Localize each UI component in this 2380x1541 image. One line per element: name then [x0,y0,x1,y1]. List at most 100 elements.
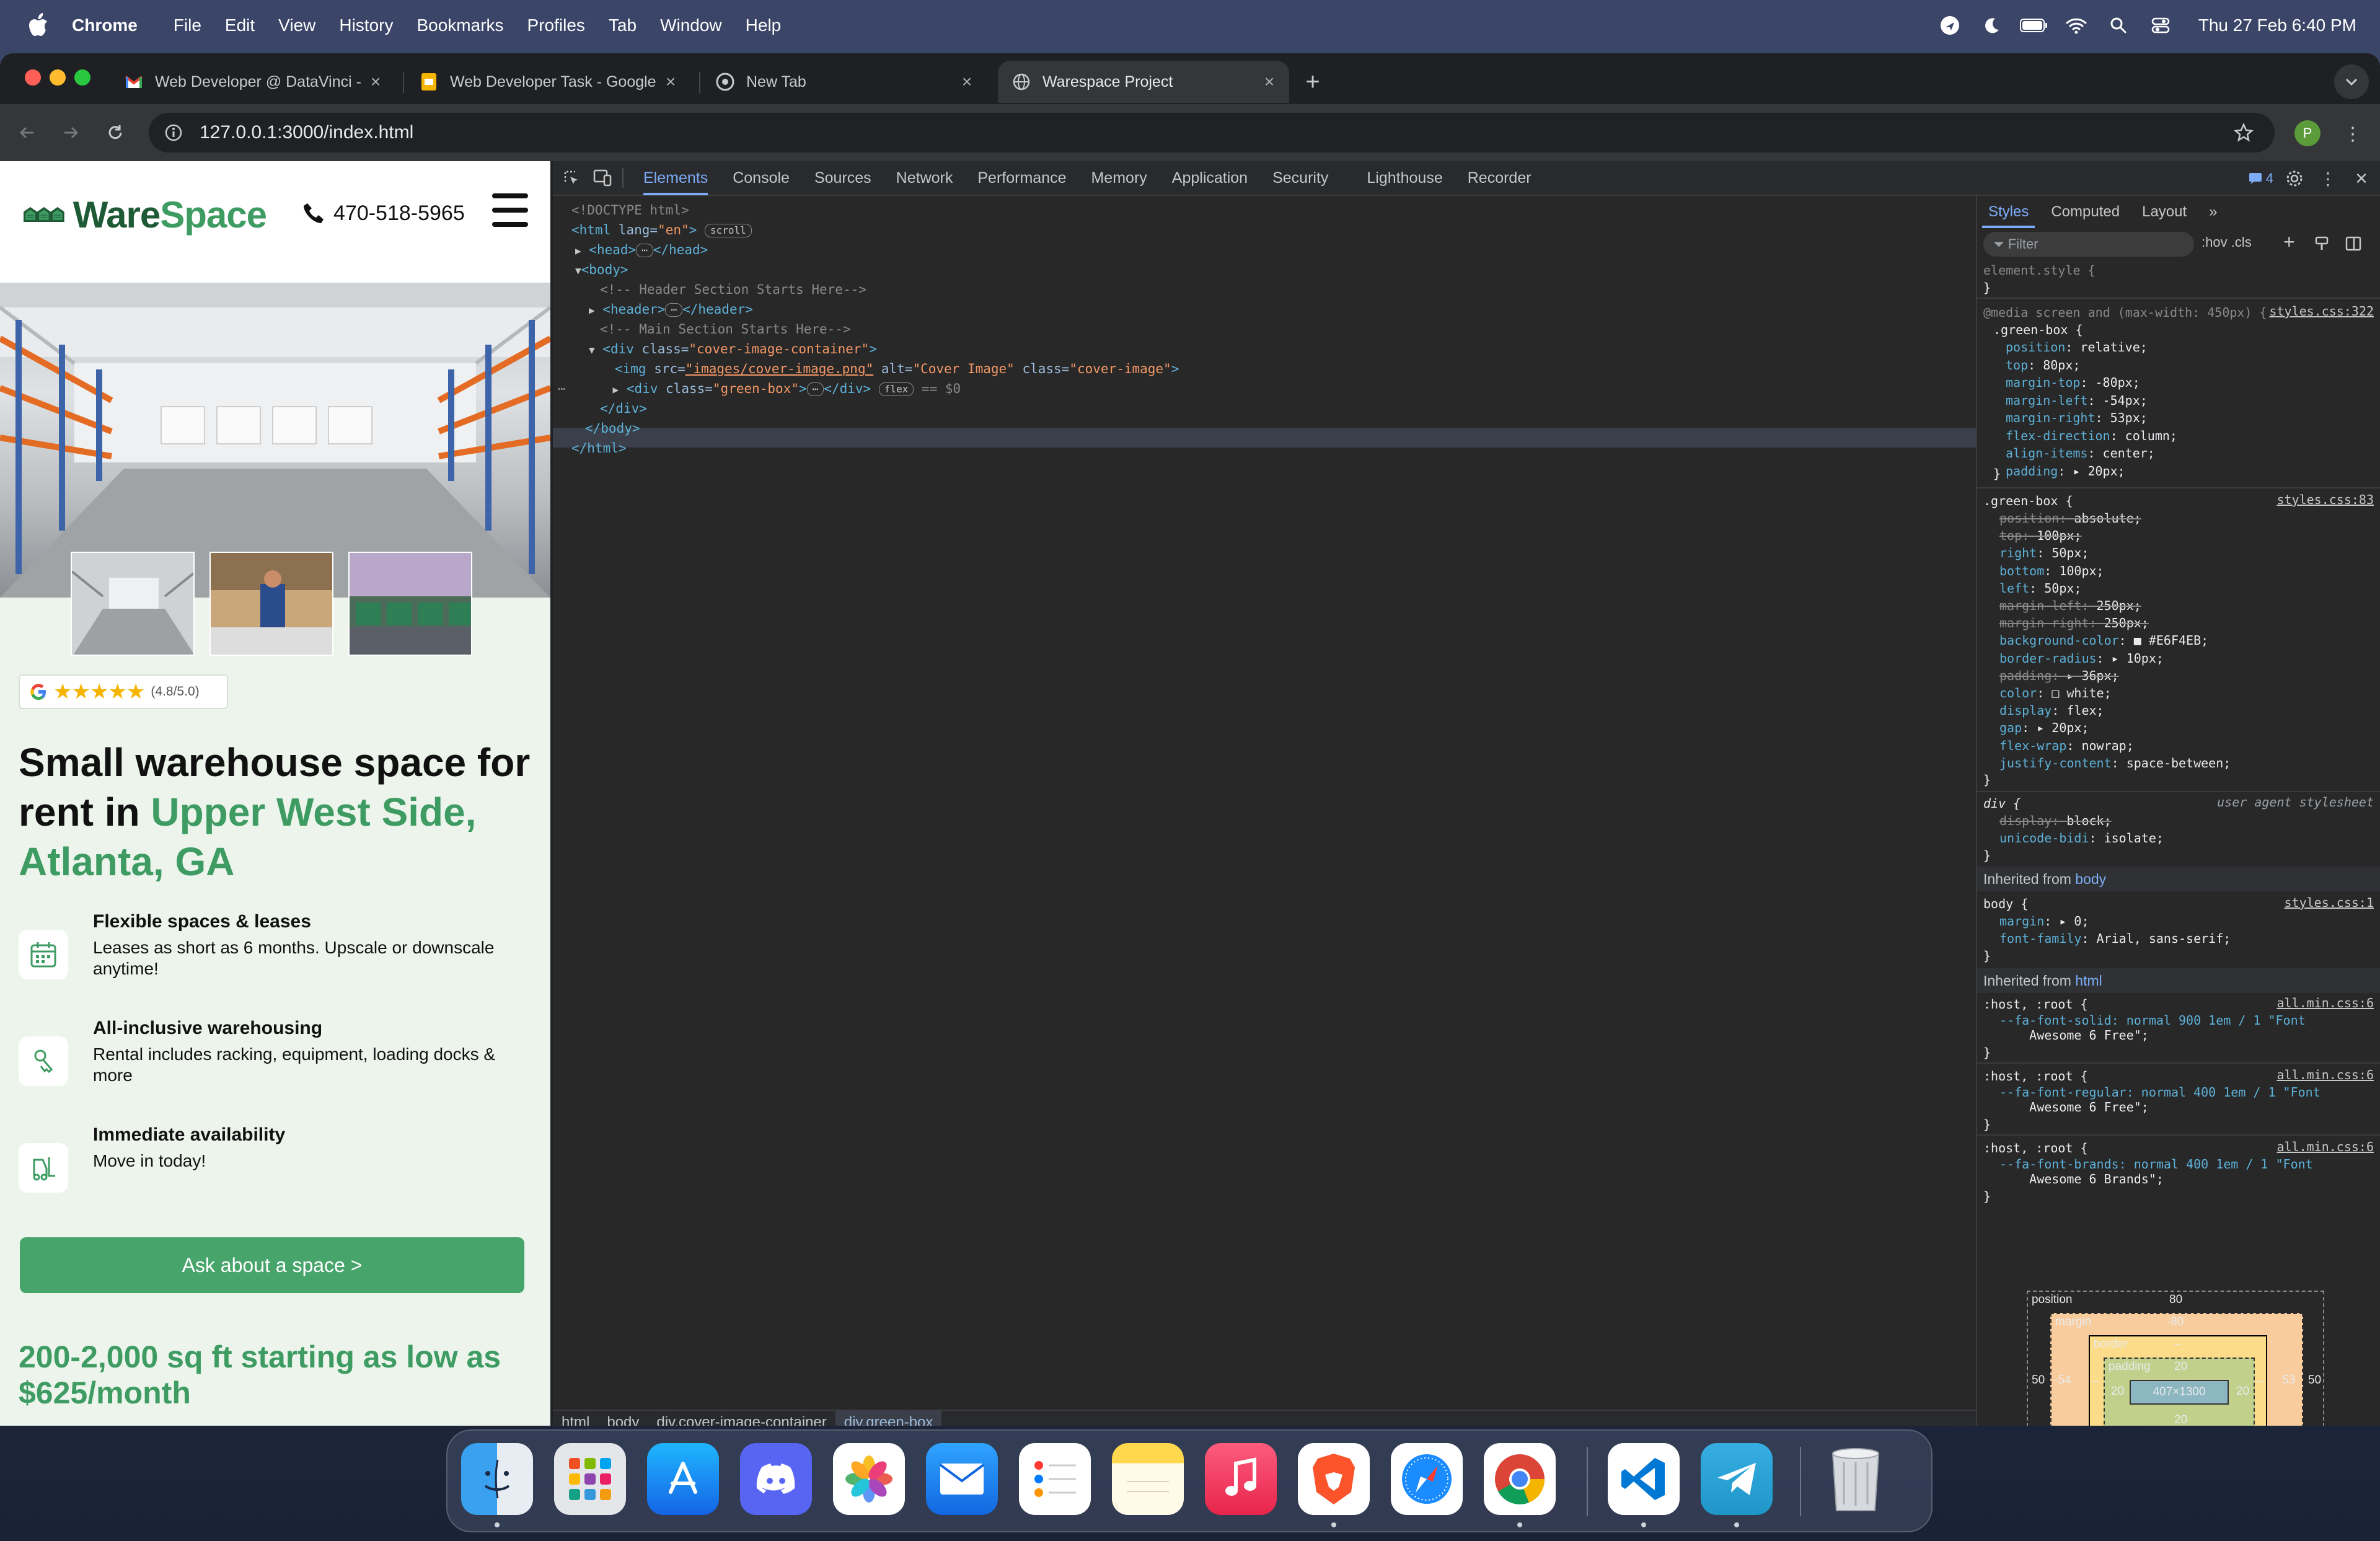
tab-warespace-project[interactable]: Warespace Project × [998,61,1289,103]
site-info-icon[interactable] [161,120,186,145]
focus-arrow-icon[interactable] [1936,11,1964,40]
css-property-position[interactable]: position: absolute; [1999,510,2141,527]
css-property-top[interactable]: top: 100px; [1999,527,2081,544]
menu-edit[interactable]: Edit [225,15,255,35]
menu-file[interactable]: File [174,15,201,35]
app-store-icon[interactable] [647,1443,719,1515]
css-property-background-color[interactable]: background-color: ■ #E6F4EB; [1999,632,2208,649]
control-center-icon[interactable] [2146,11,2175,40]
phone-link[interactable]: 470-518-5965 [301,193,465,233]
scroll-badge[interactable]: scroll [704,224,752,237]
css-property-display[interactable]: display: block; [1999,812,2112,829]
css-property-right[interactable]: right: 50px; [1999,544,2089,562]
safari-icon[interactable] [1391,1443,1463,1515]
devtools-tab-lighthouse[interactable]: Lighthouse [1367,161,1442,195]
breadcrumb-green-box[interactable]: div.green-box [835,1410,942,1426]
computed-tab[interactable]: Computed [2040,196,2131,228]
dom-green-box-node[interactable]: ⋯ ▶ <div class="green-box"> ⋯ </div> flex … [558,379,961,398]
dom-body-node[interactable]: ▼<body> [575,260,628,279]
box-model-padding[interactable]: padding 20 20 20 20 407×1300 [2104,1358,2255,1426]
maximize-window-button[interactable] [74,69,90,86]
devtools-tab-application[interactable]: Application [1172,161,1248,195]
profile-avatar[interactable]: P [2294,120,2320,146]
devtools-tab-memory[interactable]: Memory [1091,161,1147,195]
dom-cover-container-node[interactable]: ▼ <div class="cover-image-container"> [589,340,877,358]
css-property-flex-direction[interactable]: flex-direction: column; [2006,427,2177,444]
css-property-gap[interactable]: gap: ▸ 20px; [1999,719,2089,736]
dom-div-close[interactable]: </div> [600,399,647,418]
devtools-tab-network[interactable]: Network [896,161,953,195]
css-property-margin[interactable]: margin: ▸ 0; [1999,912,2089,930]
vscode-icon[interactable] [1608,1443,1680,1515]
menu-window[interactable]: Window [660,15,722,35]
dom-head-node[interactable]: ▶ <head> ⋯ </head> [575,241,708,259]
menu-help[interactable]: Help [746,15,782,35]
moon-icon[interactable] [1978,11,2006,40]
host-root-selector[interactable]: :host, :root { [1983,996,2088,1013]
close-tab-icon[interactable]: × [659,71,682,93]
close-tab-icon[interactable]: × [364,71,387,93]
close-tab-icon[interactable]: × [1258,71,1280,93]
gallery-thumbnail[interactable] [71,552,195,656]
styles-tab[interactable]: Styles [1977,196,2040,228]
address-bar[interactable]: 127.0.0.1:3000/index.html [149,113,2275,152]
hov-cls-toggles[interactable]: :hov .cls [2202,234,2252,250]
devtools-tab-security[interactable]: Security [1272,161,1328,195]
dom-doctype[interactable]: <!DOCTYPE html> [571,201,689,219]
css-property-margin-top[interactable]: margin-top: -80px; [2006,374,2140,391]
styles-filter-input[interactable]: ⏷ Filter [1983,232,2194,257]
fa-source-link[interactable]: all.min.css:6 [2276,1139,2374,1154]
more-options-icon[interactable]: ⋮ [2316,166,2340,191]
host-root-selector[interactable]: :host, :root { [1983,1139,2088,1157]
devtools-tab-console[interactable]: Console [733,161,790,195]
css-property-border-radius[interactable]: border-radius: ▸ 10px; [1999,650,2164,667]
host-root-selector[interactable]: :host, :root { [1983,1067,2088,1085]
css-property-font-family[interactable]: font-family: Arial, sans-serif; [1999,930,2231,947]
css-property-display[interactable]: display: flex; [1999,702,2104,719]
apple-icon[interactable] [24,11,53,40]
discord-icon[interactable] [740,1443,812,1515]
warespace-logo[interactable]: WareSpace [24,187,267,242]
menu-bookmarks[interactable]: Bookmarks [416,15,503,35]
devtools-tab-recorder[interactable]: Recorder [1468,161,1532,195]
layout-tab[interactable]: Layout [2131,196,2198,228]
devtools-tab-performance[interactable]: Performance [977,161,1066,195]
fa-source-link[interactable]: all.min.css:6 [2276,996,2374,1010]
css-property-margin-right[interactable]: margin-right: 250px; [1999,614,2149,632]
css-property-margin-left[interactable]: margin-left: -54px; [2006,392,2148,409]
dom-html-node[interactable]: <html lang="en"> scroll [571,221,752,239]
breadcrumb-body[interactable]: body [598,1410,648,1426]
trash-icon[interactable] [1820,1443,1892,1515]
css-property-margin-right[interactable]: margin-right: 53px; [2006,409,2148,426]
breadcrumb-html[interactable]: html [553,1410,598,1426]
back-button[interactable] [12,118,42,148]
box-model-margin[interactable]: margin -80 -54 53 border – – – padding 2… [2050,1313,2303,1426]
css-property-left[interactable]: left: 50px; [1999,580,2081,597]
css-property-align-items[interactable]: align-items: center; [2006,444,2155,462]
device-toolbar-icon[interactable] [590,166,615,190]
inherited-body-link[interactable]: body [2075,871,2106,887]
box-model-content[interactable]: 407×1300 [2130,1380,2229,1405]
menu-app-name[interactable]: Chrome [72,15,138,35]
flex-badge[interactable]: flex [878,382,914,396]
reminders-icon[interactable] [1019,1443,1091,1515]
close-tab-icon[interactable]: × [956,71,978,93]
new-style-rule-icon[interactable]: + [2283,231,2295,254]
menu-tab[interactable]: Tab [609,15,637,35]
toggle-sidebar-icon[interactable] [2345,236,2361,255]
tab-new-tab[interactable]: New Tab × [702,61,987,103]
css-property-margin-left[interactable]: margin-left: 250px; [1999,597,2141,614]
dom-comment-main[interactable]: <!-- Main Section Starts Here--> [600,320,851,338]
box-model-border[interactable]: border – – – padding 20 20 20 20 407×130… [2089,1335,2267,1426]
css-property-top[interactable]: top: 80px; [2006,356,2080,374]
menu-clock[interactable]: Thu 27 Feb 6:40 PM [2198,15,2356,35]
close-devtools-icon[interactable]: × [2349,166,2374,191]
mail-icon[interactable] [926,1443,998,1515]
finder-icon[interactable] [461,1443,533,1515]
hamburger-menu-icon[interactable] [492,193,528,227]
css-property-flex-wrap[interactable]: flex-wrap: nowrap; [1999,737,2134,754]
dom-body-close[interactable]: </body> [585,419,640,438]
gallery-thumbnail[interactable] [209,552,333,656]
body-source-link[interactable]: styles.css:1 [2285,895,2374,910]
spotlight-search-icon[interactable] [2104,11,2133,40]
